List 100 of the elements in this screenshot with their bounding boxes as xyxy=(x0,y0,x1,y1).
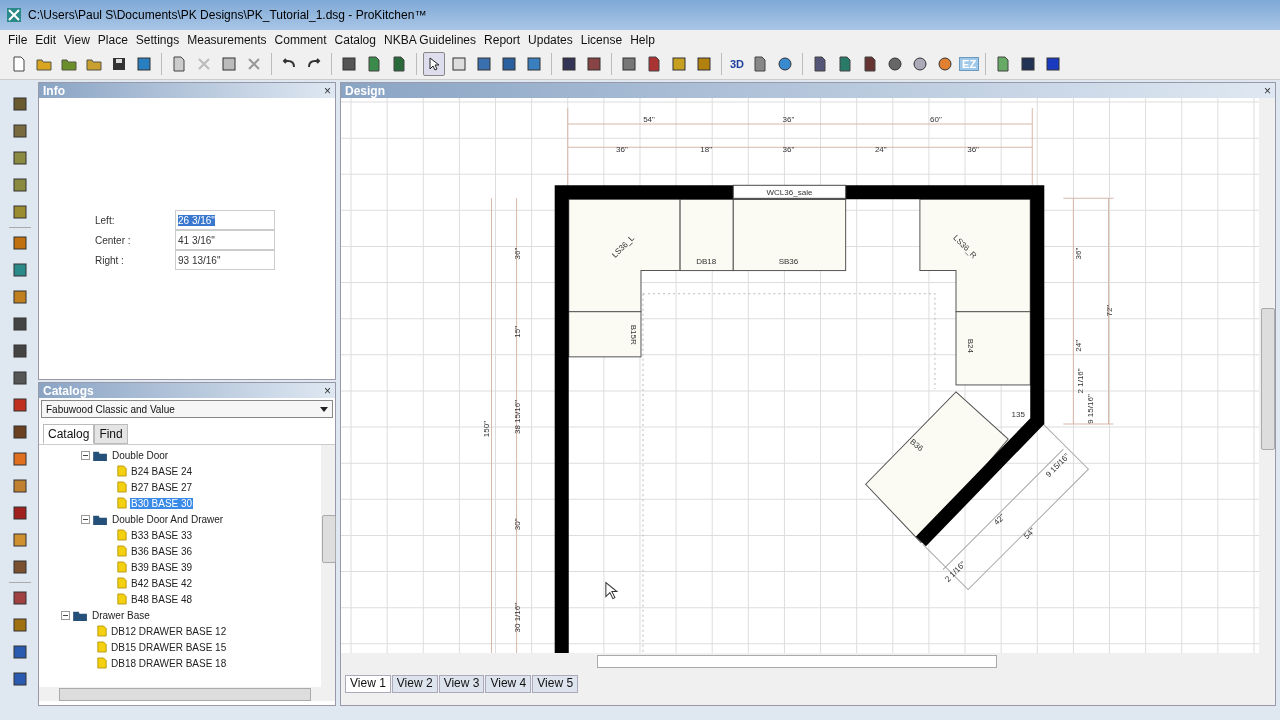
dimension-label: 150" xyxy=(482,420,492,438)
tree-item[interactable]: B48 BASE 48 xyxy=(130,593,194,605)
dimension-label: 36" xyxy=(782,145,795,155)
tree-item[interactable]: B33 BASE 33 xyxy=(130,529,194,541)
corner-cabinet[interactable] xyxy=(568,198,681,313)
toolbar-button[interactable] xyxy=(423,52,445,76)
menu-item[interactable]: License xyxy=(576,32,627,47)
close-button[interactable]: × xyxy=(1264,83,1271,98)
folder-icon xyxy=(93,449,108,461)
menu-item[interactable]: Comment xyxy=(270,32,331,47)
dimension-label: 36" xyxy=(1074,247,1084,260)
dimension-label: 42" xyxy=(992,512,1007,527)
menu-item[interactable]: Report xyxy=(480,32,525,47)
close-button[interactable]: × xyxy=(324,383,331,398)
dimension-label: 54" xyxy=(643,115,655,125)
wall-cabinet-label[interactable]: WCL36_sale xyxy=(732,184,847,199)
dimension-label: 60" xyxy=(930,115,942,125)
cabinet-label: B15R xyxy=(628,324,638,345)
corner-cabinet[interactable] xyxy=(919,198,1031,313)
menu-item[interactable]: Place xyxy=(93,32,132,47)
input-field[interactable]: 26 3/16" xyxy=(175,210,275,230)
panel-title: Catalogs xyxy=(43,383,94,398)
window-title: C:\Users\Paul S\Documents\PK Designs\PK_Tutorial_1.dsg - ProKitchen™ xyxy=(28,8,427,22)
document-icon xyxy=(837,56,854,72)
sphere-icon xyxy=(937,56,954,72)
tree-item[interactable]: Double Door And Drawer xyxy=(111,513,225,525)
folder-icon xyxy=(93,513,108,525)
dimension-label: 36" xyxy=(782,115,795,125)
menu-item[interactable]: Updates xyxy=(524,32,577,47)
dimension-label: 15" xyxy=(512,325,522,338)
view-tab[interactable]: View 3 xyxy=(438,675,485,693)
tree-item[interactable]: Drawer Base xyxy=(91,609,151,621)
tree-item[interactable]: Double Door xyxy=(111,449,170,461)
dimension-label: 24" xyxy=(1074,339,1084,352)
menu-item[interactable]: View xyxy=(60,32,94,47)
dimension-label: 24" xyxy=(874,145,887,155)
field-label: Center : xyxy=(95,234,132,246)
document-icon xyxy=(117,561,127,573)
tree-item[interactable]: B24 BASE 24 xyxy=(130,465,194,477)
document-icon xyxy=(11,56,27,72)
cabinet[interactable] xyxy=(732,198,847,272)
tab[interactable]: Catalog xyxy=(43,424,95,444)
collapse-icon[interactable] xyxy=(61,610,70,620)
view-tab[interactable]: View 4 xyxy=(485,675,532,693)
field-label: Right : xyxy=(95,254,125,266)
menu-item[interactable]: NKBA Guidelines xyxy=(380,32,481,47)
dimension-label: 30 1/16" xyxy=(512,602,522,633)
tree-item[interactable]: DB15 DRAWER BASE 15 xyxy=(110,641,228,653)
catalog-dropdown[interactable]: Fabuwood Classic and Value xyxy=(41,400,333,418)
vertical-scrollbar[interactable] xyxy=(1259,98,1275,653)
tree-item[interactable]: B42 BASE 42 xyxy=(130,577,194,589)
tree-item[interactable]: B27 BASE 27 xyxy=(130,481,194,493)
cabinet-label: SB36 xyxy=(778,256,799,266)
input-field[interactable]: 41 3/16" xyxy=(175,230,275,250)
dimension-label: 30" xyxy=(512,518,522,531)
tree-item[interactable]: B36 BASE 36 xyxy=(130,545,194,557)
input-field[interactable]: 93 13/16" xyxy=(175,250,275,270)
tab[interactable]: Find xyxy=(94,424,128,444)
folder-icon xyxy=(86,56,102,72)
view-tab[interactable]: View 1 xyxy=(345,675,391,693)
collapse-icon[interactable] xyxy=(81,514,90,524)
dimension-label: 2 1/16" xyxy=(1076,368,1086,394)
horizontal-scrollbar[interactable] xyxy=(39,687,335,701)
view-tab[interactable]: View 2 xyxy=(391,675,438,693)
document-icon xyxy=(97,657,107,669)
tree-item[interactable]: B30 BASE 30 xyxy=(130,497,194,509)
dimension-label: 36" xyxy=(967,145,979,155)
dimension-label: 36" xyxy=(512,247,522,260)
menu-item[interactable]: Settings xyxy=(131,32,184,47)
view-tab[interactable]: View 5 xyxy=(532,675,579,693)
cabinet[interactable] xyxy=(865,391,1009,543)
menu-item[interactable]: Catalog xyxy=(330,32,380,47)
toolbar-button[interactable]: 3D xyxy=(728,58,747,70)
folder-icon xyxy=(73,609,88,621)
document-icon xyxy=(117,481,127,493)
cabinet[interactable] xyxy=(679,198,734,272)
menu-item[interactable]: File xyxy=(4,32,32,47)
mouse-pointer-icon xyxy=(605,582,618,600)
document-icon xyxy=(117,593,127,605)
document-icon xyxy=(862,56,879,72)
square-icon xyxy=(621,56,637,72)
menu-item[interactable]: Measurements xyxy=(183,32,271,47)
menu-item[interactable]: Help xyxy=(626,32,659,47)
dimension-label: 18" xyxy=(700,145,713,155)
collapse-icon[interactable] xyxy=(81,450,90,460)
tree-item[interactable]: DB12 DRAWER BASE 12 xyxy=(110,625,228,637)
tree-item[interactable]: B39 BASE 39 xyxy=(130,561,194,573)
menu-item[interactable]: Edit xyxy=(31,32,61,47)
delete-icon xyxy=(246,56,262,72)
field-label: Left: xyxy=(95,214,116,226)
horizontal-scrollbar[interactable] xyxy=(341,653,1275,669)
folder-icon xyxy=(36,56,52,72)
vertical-scrollbar[interactable] xyxy=(321,445,335,687)
tree-item[interactable]: DB18 DRAWER BASE 18 xyxy=(110,657,228,669)
dimension-label: 36" xyxy=(616,145,628,155)
dimension-label: 72" xyxy=(1104,304,1114,317)
document-icon xyxy=(117,497,127,509)
document-icon xyxy=(97,625,107,637)
wall-drawing[interactable] xyxy=(554,185,1045,653)
close-button[interactable]: × xyxy=(324,83,331,98)
